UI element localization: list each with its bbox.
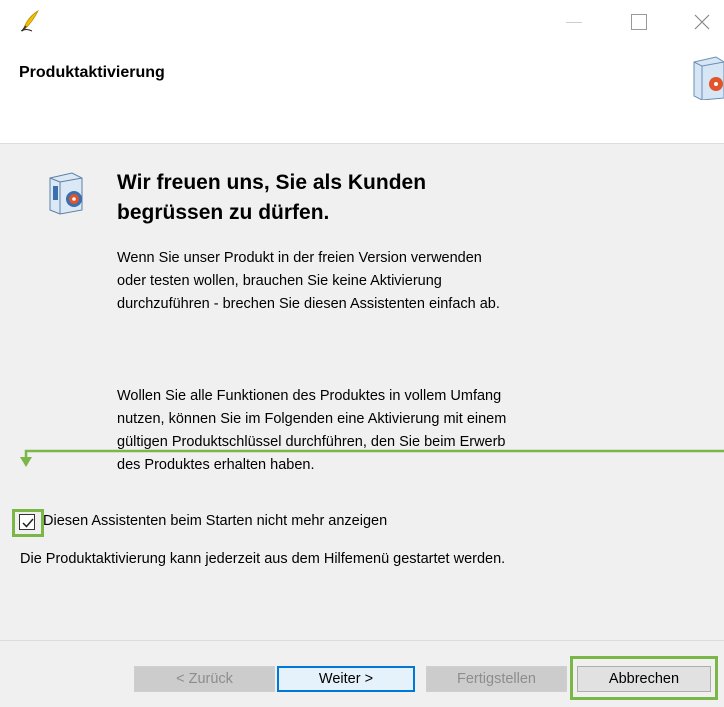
wizard-content: Wir freuen uns, Sie als Kunden begrüssen…	[0, 144, 724, 642]
cancel-button[interactable]: Abbrechen	[577, 666, 711, 692]
finish-button[interactable]: Fertigstellen	[426, 666, 567, 692]
help-menu-info: Die Produktaktivierung kann jederzeit au…	[20, 551, 506, 567]
minimize-button[interactable]	[562, 10, 586, 34]
checkmark-icon	[22, 518, 34, 528]
footer-divider	[0, 640, 724, 641]
back-button[interactable]: < Zurück	[134, 666, 275, 692]
product-box-icon	[690, 54, 724, 105]
maximize-button[interactable]	[627, 10, 651, 34]
close-icon	[694, 14, 710, 30]
wizard-header: Produktaktivierung	[0, 40, 724, 144]
close-button[interactable]	[690, 10, 714, 34]
quill-pen-icon	[20, 9, 40, 32]
page-title: Produktaktivierung	[19, 64, 165, 81]
dont-show-again-checkbox[interactable]	[19, 514, 35, 530]
title-bar	[0, 0, 724, 40]
wizard-footer: < Zurück Weiter > Fertigstellen Abbreche…	[0, 642, 724, 707]
annotation-arrow	[20, 449, 724, 467]
checkbox-label[interactable]: Diesen Assistenten beim Starten nicht me…	[43, 513, 387, 529]
next-button[interactable]: Weiter >	[277, 666, 415, 692]
